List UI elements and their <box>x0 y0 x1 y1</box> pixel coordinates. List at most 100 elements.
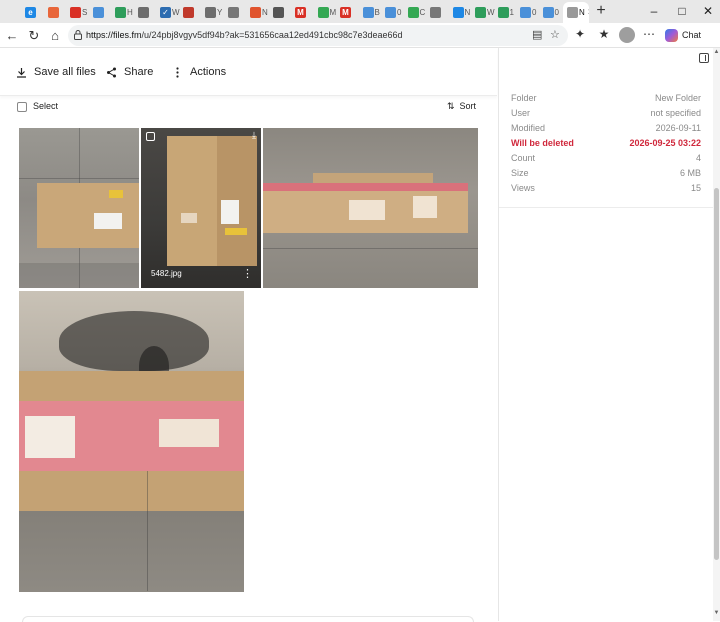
mail-favicon-icon <box>182 6 194 18</box>
onedrive-favicon-icon <box>362 6 374 18</box>
back-button[interactable]: ← <box>2 26 22 46</box>
copilot-chat-button[interactable]: Chat <box>665 27 701 43</box>
browser-tab[interactable] <box>269 2 293 22</box>
favorites-icon[interactable]: ★ <box>596 26 612 42</box>
browser-tab[interactable]: H <box>111 2 135 22</box>
scroll-down-arrow[interactable]: ▼ <box>713 610 720 616</box>
scrollbar[interactable]: ▲ ▼ <box>713 48 720 621</box>
refresh-button[interactable]: ↻ <box>24 26 44 46</box>
photo-download-icon[interactable]: ⤓ <box>252 130 256 141</box>
profile-avatar[interactable] <box>619 27 635 43</box>
browser-tab[interactable]: 0 <box>539 2 563 22</box>
reader-view-icon[interactable]: ▤ <box>532 28 542 41</box>
gmail-favicon-icon: M <box>340 6 351 18</box>
extensions-icon[interactable]: ✦ <box>572 26 588 42</box>
browser-tab[interactable]: M <box>314 2 338 22</box>
actions-menu-button[interactable]: Actions <box>172 65 226 79</box>
tab-title: C <box>419 7 426 17</box>
onedrive-favicon-icon <box>92 6 104 18</box>
info-panel: Folder New Folder User not specified Modifie… <box>498 48 714 621</box>
select-all-checkbox[interactable] <box>17 102 27 112</box>
browser-tab[interactable] <box>426 2 450 22</box>
scrollbar-thumb[interactable] <box>714 188 719 560</box>
gmail-favicon-icon: M <box>295 6 306 18</box>
tab-title: 0 <box>397 7 402 17</box>
grid-favicon-icon <box>137 6 149 18</box>
browser-tab[interactable]: S <box>66 2 90 22</box>
url-text: https://files.fm/u/24pbj8vgyv5df94b?ak=5… <box>86 30 403 40</box>
sort-button[interactable]: ⇅ Sort <box>447 101 476 112</box>
download-icon <box>17 67 26 78</box>
photo-thumbnail[interactable]: ⤓ 5482.jpg ⋮ <box>141 128 261 288</box>
browser-tab[interactable]: 0 <box>381 2 405 22</box>
circle-favicon-icon <box>250 6 261 18</box>
photo-thumbnail[interactable] <box>19 128 139 288</box>
photo-thumbnail[interactable] <box>263 128 478 288</box>
info-value: 2026-09-25 03:22 <box>629 138 701 148</box>
browser-tab[interactable]: N× <box>563 2 589 23</box>
more-menu-icon[interactable]: ⋯ <box>641 26 657 42</box>
spec-table <box>25 416 75 458</box>
info-key: User <box>511 108 531 118</box>
browser-tab[interactable] <box>44 2 68 22</box>
browser-tab[interactable]: M <box>291 2 315 22</box>
onedrive-favicon-icon <box>520 6 531 18</box>
box-stripe <box>263 183 468 191</box>
tab-close-icon[interactable]: × <box>588 7 589 18</box>
new-tab-button[interactable]: + <box>592 2 610 20</box>
tab-title: Y <box>217 7 223 17</box>
kebab-icon <box>176 66 179 78</box>
browser-tab[interactable]: W <box>471 2 495 22</box>
info-row: Count 4 <box>511 153 701 167</box>
green-favicon-icon <box>497 6 509 18</box>
edge-favicon-icon <box>452 6 464 18</box>
mail-favicon-icon <box>430 6 441 18</box>
browser-tab[interactable]: ✓ W <box>156 2 180 22</box>
search-favicon-icon <box>272 6 284 18</box>
pin-favicon-icon <box>407 6 419 18</box>
share-button[interactable]: Share <box>106 65 153 79</box>
onedrive-favicon-icon <box>385 6 396 18</box>
browser-tab[interactable]: N <box>449 2 473 22</box>
home-button[interactable]: ⌂ <box>45 26 65 46</box>
scroll-up-arrow[interactable]: ▲ <box>713 49 720 55</box>
address-bar[interactable]: https://files.fm/u/24pbj8vgyv5df94b?ak=5… <box>68 25 568 46</box>
info-key: Size <box>511 168 529 178</box>
browser-tab[interactable]: B <box>359 2 383 22</box>
browser-tab[interactable] <box>224 2 248 22</box>
edge-favicon-icon: e <box>25 6 36 18</box>
tab-title: 1 <box>509 7 514 17</box>
minimize-button[interactable]: – <box>642 2 666 20</box>
tab-title: N <box>464 7 471 17</box>
browser-tab[interactable] <box>89 2 113 22</box>
maximize-button[interactable]: □ <box>670 2 694 20</box>
browser-tab[interactable]: Y <box>201 2 225 22</box>
browser-tab[interactable]: C <box>404 2 428 22</box>
photo-filename: 5482.jpg <box>151 269 182 278</box>
copilot-icon <box>665 28 678 42</box>
browser-tab[interactable] <box>134 2 158 22</box>
browser-tab[interactable]: e <box>21 2 45 22</box>
info-row: Modified 2026-09-11 <box>511 123 701 137</box>
browser-tab[interactable]: N <box>246 2 270 22</box>
info-row: Will be deleted 2026-09-25 03:22 <box>511 138 701 152</box>
photo-thumbnail[interactable] <box>19 291 244 592</box>
close-window-button[interactable]: ✕ <box>696 2 720 20</box>
sort-icon: ⇅ <box>447 101 455 111</box>
save-all-files-button[interactable]: Save all files <box>16 65 96 79</box>
panel-toggle-icon[interactable] <box>699 53 709 63</box>
favorite-star-icon[interactable]: ☆ <box>550 28 560 41</box>
browser-tab[interactable]: M <box>336 2 360 22</box>
browser-tab[interactable]: 1 <box>494 2 518 22</box>
red-favicon-icon <box>70 6 81 18</box>
panel-divider <box>499 207 714 208</box>
onedrive-favicon-icon <box>542 6 554 18</box>
info-value: 2026-09-11 <box>655 123 701 133</box>
photo-more-icon[interactable]: ⋮ <box>242 269 253 280</box>
green-favicon-icon <box>475 6 486 18</box>
browser-tab[interactable] <box>179 2 203 22</box>
select-label[interactable]: Select <box>33 101 58 111</box>
browser-tab[interactable]: 0 <box>516 2 540 22</box>
photo-select-checkbox[interactable] <box>146 132 155 141</box>
box-label <box>109 190 123 198</box>
